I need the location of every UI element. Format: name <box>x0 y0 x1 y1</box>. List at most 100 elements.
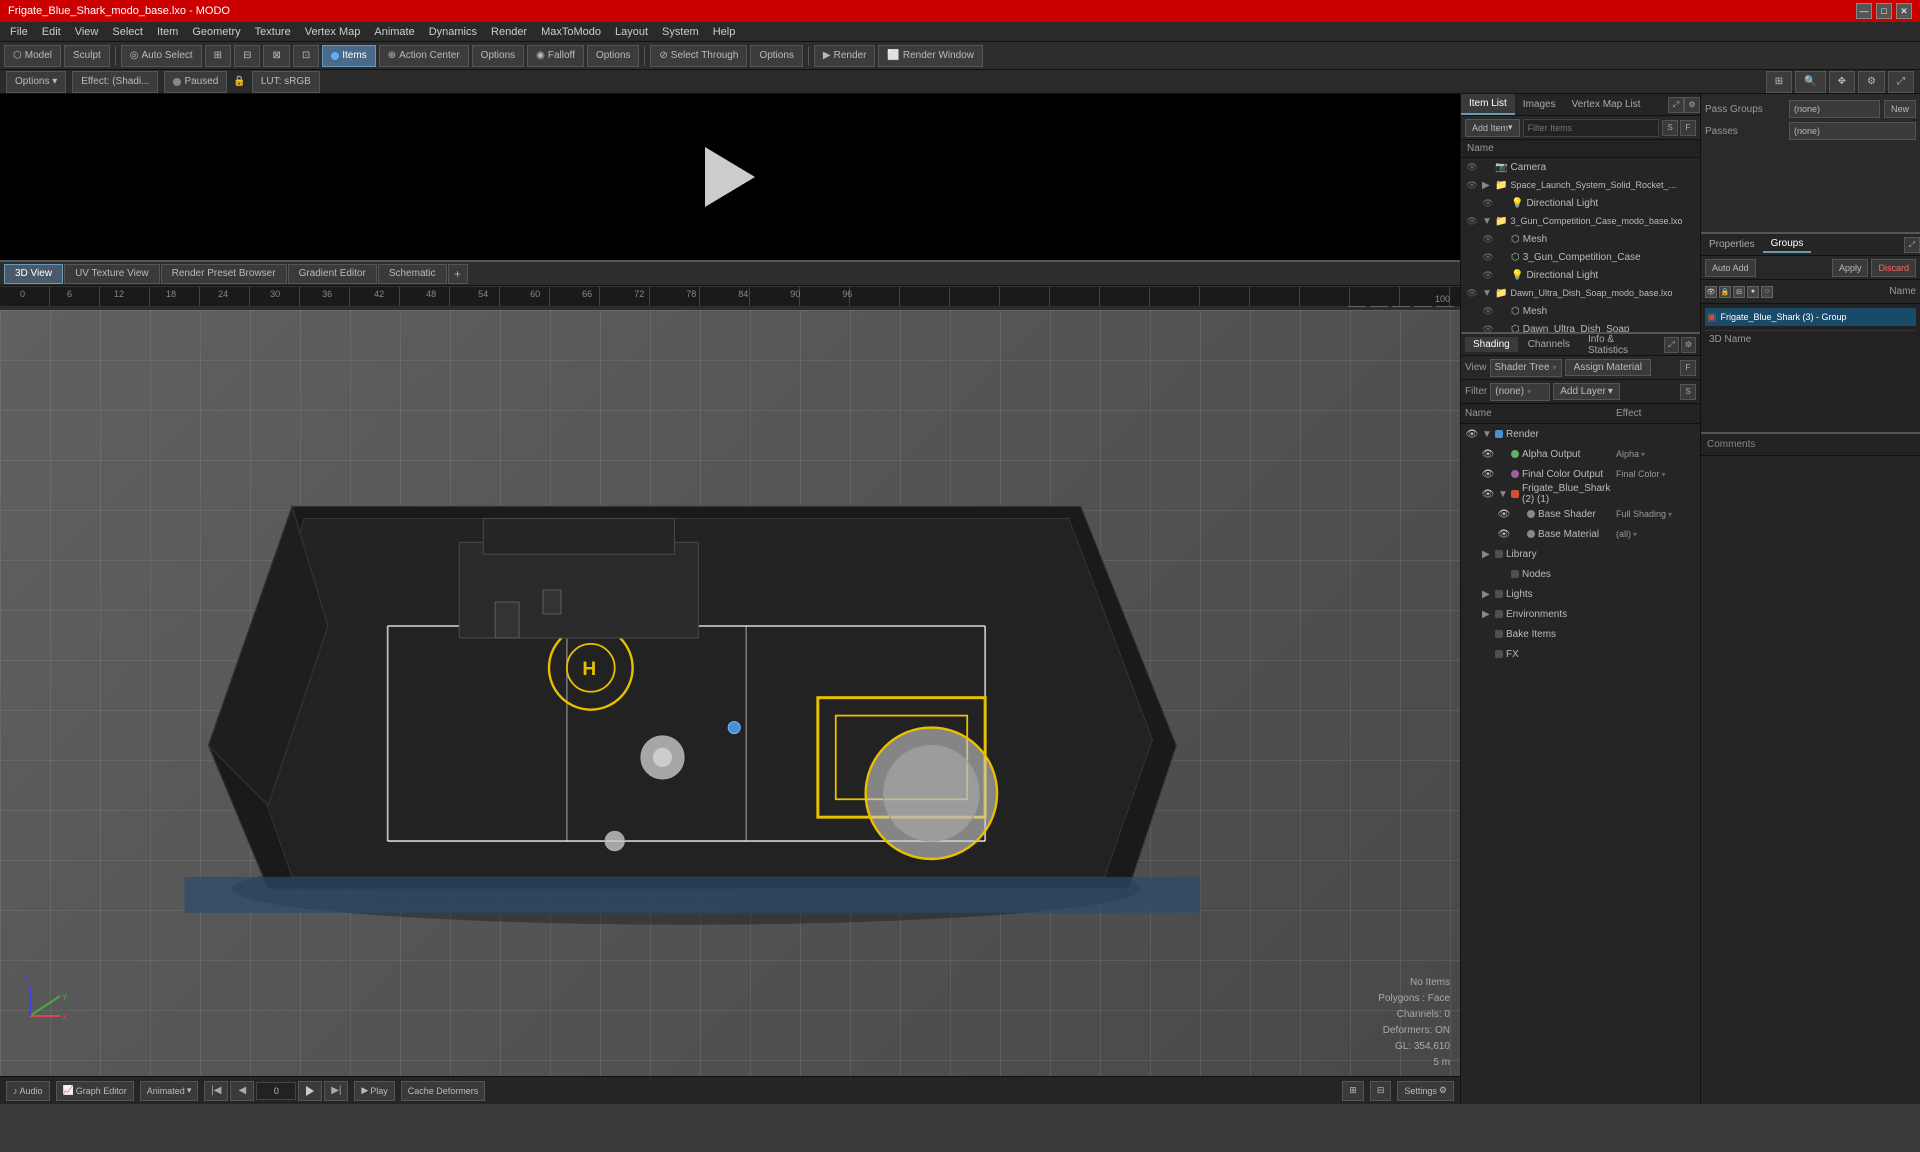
action-center-button[interactable]: ⊕ Action Center <box>379 45 469 67</box>
assign-material-button[interactable]: Assign Material <box>1565 359 1651 376</box>
expand-icon[interactable]: ▼ <box>1498 489 1508 500</box>
sh-base-material[interactable]: 👁 Base Material (all) ▾ <box>1461 524 1700 544</box>
menu-animate[interactable]: Animate <box>368 24 420 40</box>
item-camera[interactable]: 👁 📷 Camera <box>1461 158 1700 176</box>
grid-icon[interactable]: ⊞ <box>1766 71 1792 93</box>
visibility-icon[interactable]: 👁 <box>1465 427 1479 441</box>
go-start-button[interactable]: |◀ <box>204 1081 228 1101</box>
audio-button[interactable]: ♪ Audio <box>6 1081 50 1101</box>
falloff-button[interactable]: ◉ Falloff <box>527 45 584 67</box>
visibility-icon[interactable]: 👁 <box>1481 447 1495 461</box>
discard-button[interactable]: Discard <box>1871 259 1916 277</box>
sculpt-button[interactable]: Sculpt <box>64 45 110 67</box>
eye-icon[interactable]: 👁 <box>1465 286 1479 300</box>
sh-library[interactable]: ▶ Library <box>1461 544 1700 564</box>
animated-dropdown[interactable]: Animated ▾ <box>140 1081 199 1101</box>
move-icon[interactable]: ✥ <box>1829 71 1855 93</box>
item-space-launch[interactable]: 👁 ▶ 📁 Space_Launch_System_Solid_Rocket_.… <box>1461 176 1700 194</box>
menu-view[interactable]: View <box>69 24 105 40</box>
maximize-button[interactable]: □ <box>1876 3 1892 19</box>
item-mesh-2[interactable]: 👁 ⬡ Mesh <box>1461 302 1700 320</box>
tab-uv-texture[interactable]: UV Texture View <box>64 264 160 284</box>
select-through-button[interactable]: ⊘ Select Through <box>650 45 747 67</box>
toolbar-icon-2[interactable]: ⊟ <box>234 45 260 67</box>
group-frigate[interactable]: ▣ Frigate_Blue_Shark (3) - Group <box>1705 308 1916 326</box>
item-mesh-1[interactable]: 👁 ⬡ Mesh <box>1461 230 1700 248</box>
sh-lights[interactable]: ▶ Lights <box>1461 584 1700 604</box>
toolbar-icon-4[interactable]: ⊡ <box>293 45 319 67</box>
sh-render[interactable]: 👁 ▼ Render <box>1461 424 1700 444</box>
groups-lock-icon[interactable]: 🔒 <box>1719 286 1731 298</box>
menu-texture[interactable]: Texture <box>249 24 297 40</box>
groups-dot2-icon[interactable]: ○ <box>1761 286 1773 298</box>
tab-info-statistics[interactable]: Info & Statistics <box>1580 332 1660 358</box>
item-directional-1[interactable]: 👁 💡 Directional Light <box>1461 194 1700 212</box>
pass-groups-new-button[interactable]: New <box>1884 100 1916 118</box>
tab-item-list[interactable]: Item List <box>1461 94 1515 115</box>
filter-items-input[interactable] <box>1523 119 1659 137</box>
apply-button[interactable]: Apply <box>1832 259 1869 277</box>
groups-dot-icon[interactable]: ● <box>1747 286 1759 298</box>
minimize-button[interactable]: — <box>1856 3 1872 19</box>
tab-vertex-map-list[interactable]: Vertex Map List <box>1564 94 1649 115</box>
menu-dynamics[interactable]: Dynamics <box>423 24 483 40</box>
item-gun-competition[interactable]: 👁 ▼ 📁 3_Gun_Competition_Case_modo_base.l… <box>1461 212 1700 230</box>
shading-f-button[interactable]: F <box>1680 360 1696 376</box>
eye-icon[interactable]: 👁 <box>1465 178 1479 192</box>
model-button[interactable]: ⬡ Model <box>4 45 61 67</box>
menu-maxtomodo[interactable]: MaxToModo <box>535 24 607 40</box>
eye-icon[interactable]: 👁 <box>1481 322 1495 332</box>
eye-icon[interactable]: 👁 <box>1481 250 1495 264</box>
eye-icon[interactable]: 👁 <box>1481 232 1495 246</box>
il-f-button[interactable]: F <box>1680 120 1696 136</box>
filter-dropdown[interactable]: (none) ▾ <box>1490 383 1550 401</box>
cache-deformers-button[interactable]: Cache Deformers <box>401 1081 486 1101</box>
shading-expand-icon[interactable]: ⤢ <box>1664 337 1679 353</box>
tab-shading[interactable]: Shading <box>1465 337 1518 352</box>
auto-add-button[interactable]: Auto Add <box>1705 259 1756 277</box>
menu-edit[interactable]: Edit <box>36 24 67 40</box>
render-button[interactable]: ▶ Render <box>814 45 876 67</box>
sh-frigate-mat[interactable]: 👁 ▼ Frigate_Blue_Shark (2) (1) <box>1461 484 1700 504</box>
visibility-icon[interactable]: 👁 <box>1497 527 1511 541</box>
menu-layout[interactable]: Layout <box>609 24 654 40</box>
menu-vertex-map[interactable]: Vertex Map <box>299 24 367 40</box>
options-dropdown[interactable]: Options ▾ <box>6 71 66 93</box>
effect-dropdown[interactable]: Effect: (Shadi... <box>72 71 158 93</box>
transport-icons[interactable]: ⊞ <box>1342 1081 1364 1101</box>
passes-dropdown[interactable]: (none) <box>1789 122 1916 140</box>
toolbar-icon-3[interactable]: ⊠ <box>263 45 289 67</box>
prev-frame-button[interactable]: ◀ <box>230 1081 254 1101</box>
close-button[interactable]: ✕ <box>1896 3 1912 19</box>
prop-expand-icon[interactable]: ⤢ <box>1904 237 1920 253</box>
options-button-1[interactable]: Options <box>472 45 524 67</box>
tab-groups[interactable]: Groups <box>1763 236 1812 253</box>
add-item-button[interactable]: Add Item ▾ <box>1465 119 1520 137</box>
item-dawn-soap[interactable]: 👁 ⬡ Dawn_Ultra_Dish_Soap <box>1461 320 1700 332</box>
settings-button[interactable]: Settings ⚙ <box>1397 1081 1454 1101</box>
add-tab-button[interactable]: + <box>448 264 468 284</box>
menu-system[interactable]: System <box>656 24 705 40</box>
expand-icon[interactable]: ⤢ <box>1888 71 1914 93</box>
sh-base-shader[interactable]: 👁 Base Shader Full Shading ▾ <box>1461 504 1700 524</box>
search-icon[interactable]: 🔍 <box>1795 71 1825 93</box>
tab-images[interactable]: Images <box>1515 94 1564 115</box>
eye-icon[interactable]: 👁 <box>1465 160 1479 174</box>
play-button[interactable] <box>705 147 755 207</box>
visibility-icon[interactable]: 👁 <box>1497 507 1511 521</box>
frame-input[interactable] <box>256 1082 296 1100</box>
tab-properties[interactable]: Properties <box>1701 237 1763 252</box>
expand-icon[interactable]: ▼ <box>1482 429 1492 440</box>
tab-3d-view[interactable]: 3D View <box>4 264 63 284</box>
eye-icon[interactable]: 👁 <box>1465 214 1479 228</box>
tab-render-preset[interactable]: Render Preset Browser <box>161 264 287 284</box>
next-frame-button[interactable]: ▶| <box>324 1081 348 1101</box>
toolbar-icon-1[interactable]: ⊞ <box>205 45 231 67</box>
menu-geometry[interactable]: Geometry <box>186 24 246 40</box>
play-button[interactable] <box>298 1081 322 1101</box>
lut-button[interactable]: LUT: sRGB <box>252 71 320 93</box>
add-layer-button[interactable]: Add Layer ▾ <box>1553 383 1620 400</box>
eye-icon[interactable]: 👁 <box>1481 196 1495 210</box>
expand-icon[interactable]: ▶ <box>1482 549 1492 560</box>
pass-groups-dropdown[interactable]: (none) <box>1789 100 1880 118</box>
